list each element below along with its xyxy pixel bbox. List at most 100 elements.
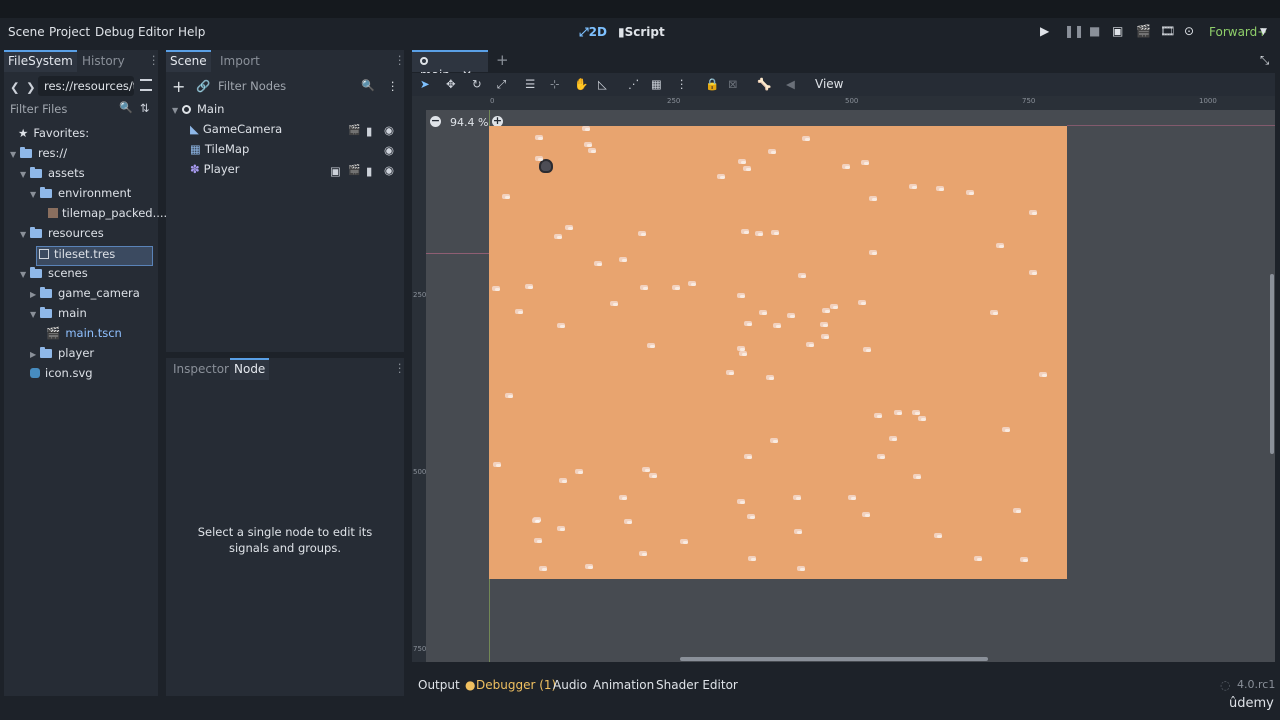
tree-item-tileset[interactable]: tileset.tres	[36, 246, 153, 266]
visibility-eye-icon[interactable]: ◉	[384, 143, 394, 157]
node-main[interactable]: ▼ Main	[172, 102, 224, 122]
tab-debugger[interactable]: Debugger (1)	[476, 678, 556, 692]
2d-icon: ⤢	[579, 25, 589, 39]
horizontal-ruler: 0 250 500 750 1000	[412, 96, 1275, 110]
canvas-viewport[interactable]: 0 250 500 750 1000 250 500 750 − 94.4 % …	[412, 96, 1275, 662]
tree-item-icon-svg[interactable]: icon.svg	[30, 366, 93, 386]
add-tab-icon[interactable]: +	[496, 51, 509, 69]
folder-icon	[30, 167, 42, 178]
play-custom-scene-icon[interactable]: 🎞	[1160, 24, 1175, 38]
view-menu[interactable]: View	[815, 77, 843, 91]
tab-filesystem[interactable]: FileSystem	[4, 50, 77, 72]
filter-nodes-input[interactable]: Filter Nodes	[212, 76, 380, 96]
scene-instance-icon[interactable]: 🎬	[348, 165, 360, 176]
node-player[interactable]: ✽ Player	[190, 162, 239, 182]
ground-pebble	[858, 300, 866, 305]
group-icon[interactable]: ▣	[330, 164, 341, 178]
ground-pebble	[802, 136, 810, 141]
node-game-camera[interactable]: ◣ GameCamera	[190, 122, 282, 142]
script-icon[interactable]: ▮	[366, 124, 372, 138]
move-tool-icon[interactable]: ✥	[446, 77, 456, 91]
tree-item-resources[interactable]: ▼ resources	[20, 226, 104, 246]
split-view-icon[interactable]	[140, 79, 152, 91]
ruler-tool-icon[interactable]: ◺	[598, 77, 607, 91]
tree-item-root[interactable]: ▼ res://	[10, 146, 67, 166]
tab-import[interactable]: Import	[216, 50, 264, 72]
node-tilemap[interactable]: ▦ TileMap	[190, 142, 249, 162]
grid-snap-icon[interactable]: ▦	[651, 77, 662, 91]
menu-debug[interactable]: Debug	[95, 25, 134, 39]
tree-item-game-camera[interactable]: ▶ game_camera	[30, 286, 140, 306]
lock-icon[interactable]: 🔒	[705, 77, 719, 91]
vertical-scrollbar[interactable]	[1270, 274, 1274, 454]
tab-scene[interactable]: Scene	[166, 50, 211, 72]
forward-icon[interactable]: ❯	[26, 80, 36, 94]
back-icon[interactable]: ❮	[10, 80, 20, 94]
favorites-item[interactable]: ★ Favorites:	[18, 126, 89, 146]
pan-tool-icon[interactable]: ✋	[574, 77, 588, 91]
pivot-tool-icon[interactable]: ⊹	[550, 77, 560, 91]
version-label: 4.0.rc1	[1237, 678, 1276, 691]
workspace-script-button[interactable]: ▮Script	[618, 25, 665, 39]
smart-snap-icon[interactable]: ⋰	[628, 77, 640, 91]
tree-item-tilemap-png[interactable]: tilemap_packed....	[48, 206, 167, 226]
add-node-icon[interactable]: +	[172, 77, 185, 96]
menu-help[interactable]: Help	[178, 25, 205, 39]
ground-pebble	[848, 495, 856, 500]
tab-history[interactable]: History	[78, 50, 129, 72]
tree-item-environment[interactable]: ▼ environment	[30, 186, 131, 206]
tree-item-main-scene[interactable]: 🎬 main.tscn	[46, 326, 122, 346]
tab-animation[interactable]: Animation	[593, 678, 654, 692]
kebab-menu-icon[interactable]: ⋮	[387, 79, 399, 93]
distraction-free-icon[interactable]: ⤡	[1260, 53, 1269, 68]
link-icon[interactable]: 🔗	[196, 79, 210, 93]
menu-project[interactable]: Project	[49, 25, 90, 39]
workspace-2d-button[interactable]: ⤢2D	[579, 25, 607, 40]
camera-override-icon[interactable]: ◀	[786, 77, 795, 91]
script-icon[interactable]: ▮	[366, 164, 372, 178]
select-tool-icon[interactable]: ➤	[420, 77, 430, 91]
tab-output[interactable]: Output	[418, 678, 460, 692]
horizontal-scrollbar[interactable]	[680, 657, 988, 661]
scale-tool-icon[interactable]: ⤢	[497, 77, 506, 92]
path-field[interactable]: res://resources/til	[38, 76, 134, 96]
remote-debug-icon[interactable]: ▣	[1112, 24, 1123, 38]
kebab-menu-icon[interactable]: ⋮	[676, 77, 688, 91]
tab-inspector[interactable]: Inspector	[169, 358, 233, 380]
skeleton-bone-icon[interactable]: 🦴	[757, 77, 771, 91]
filter-files-input[interactable]: Filter Files	[4, 99, 132, 119]
ground-pebble	[594, 261, 602, 266]
visibility-eye-icon[interactable]: ◉	[384, 163, 394, 177]
zoom-out-icon[interactable]: −	[430, 115, 441, 127]
menu-scene[interactable]: Scene	[8, 25, 45, 39]
kebab-menu-icon[interactable]: ⋮	[394, 361, 406, 375]
group-nodes-icon[interactable]: ⊠	[728, 77, 738, 91]
sort-icon[interactable]: ⇅	[140, 101, 150, 115]
tree-item-player[interactable]: ▶ player	[30, 346, 94, 366]
tree-item-main-folder[interactable]: ▼ main	[30, 306, 87, 326]
ground-pebble	[726, 370, 734, 375]
tree-item-scenes[interactable]: ▼ scenes	[20, 266, 88, 286]
tab-main-scene[interactable]: main✕	[412, 50, 488, 82]
tab-audio[interactable]: Audio	[553, 678, 587, 692]
zoom-level[interactable]: 94.4 %	[450, 116, 488, 129]
renderer-select[interactable]: Forward+	[1209, 25, 1267, 39]
stop-icon[interactable]: ■	[1089, 24, 1100, 38]
tree-item-assets[interactable]: ▼ assets	[20, 166, 85, 186]
scene-instance-icon[interactable]: 🎬	[348, 125, 360, 136]
pause-icon[interactable]: ❚❚	[1064, 24, 1084, 38]
list-select-icon[interactable]: ☰	[525, 77, 535, 91]
play-scene-icon[interactable]: 🎬	[1136, 24, 1151, 38]
chevron-down-icon: ▼	[172, 106, 179, 115]
tab-shader-editor[interactable]: Shader Editor	[656, 678, 738, 692]
clapperboard-icon: 🎬	[46, 326, 61, 340]
menu-editor[interactable]: Editor	[138, 25, 174, 39]
ground-pebble	[842, 164, 850, 169]
tab-node[interactable]: Node	[230, 358, 270, 380]
visibility-eye-icon[interactable]: ◉	[384, 123, 394, 137]
kebab-menu-icon[interactable]: ⋮	[148, 53, 160, 67]
movie-maker-icon[interactable]: ⊙	[1184, 24, 1194, 38]
play-icon[interactable]: ▶	[1040, 24, 1049, 38]
rotate-tool-icon[interactable]: ↻	[472, 77, 482, 91]
kebab-menu-icon[interactable]: ⋮	[394, 53, 406, 67]
